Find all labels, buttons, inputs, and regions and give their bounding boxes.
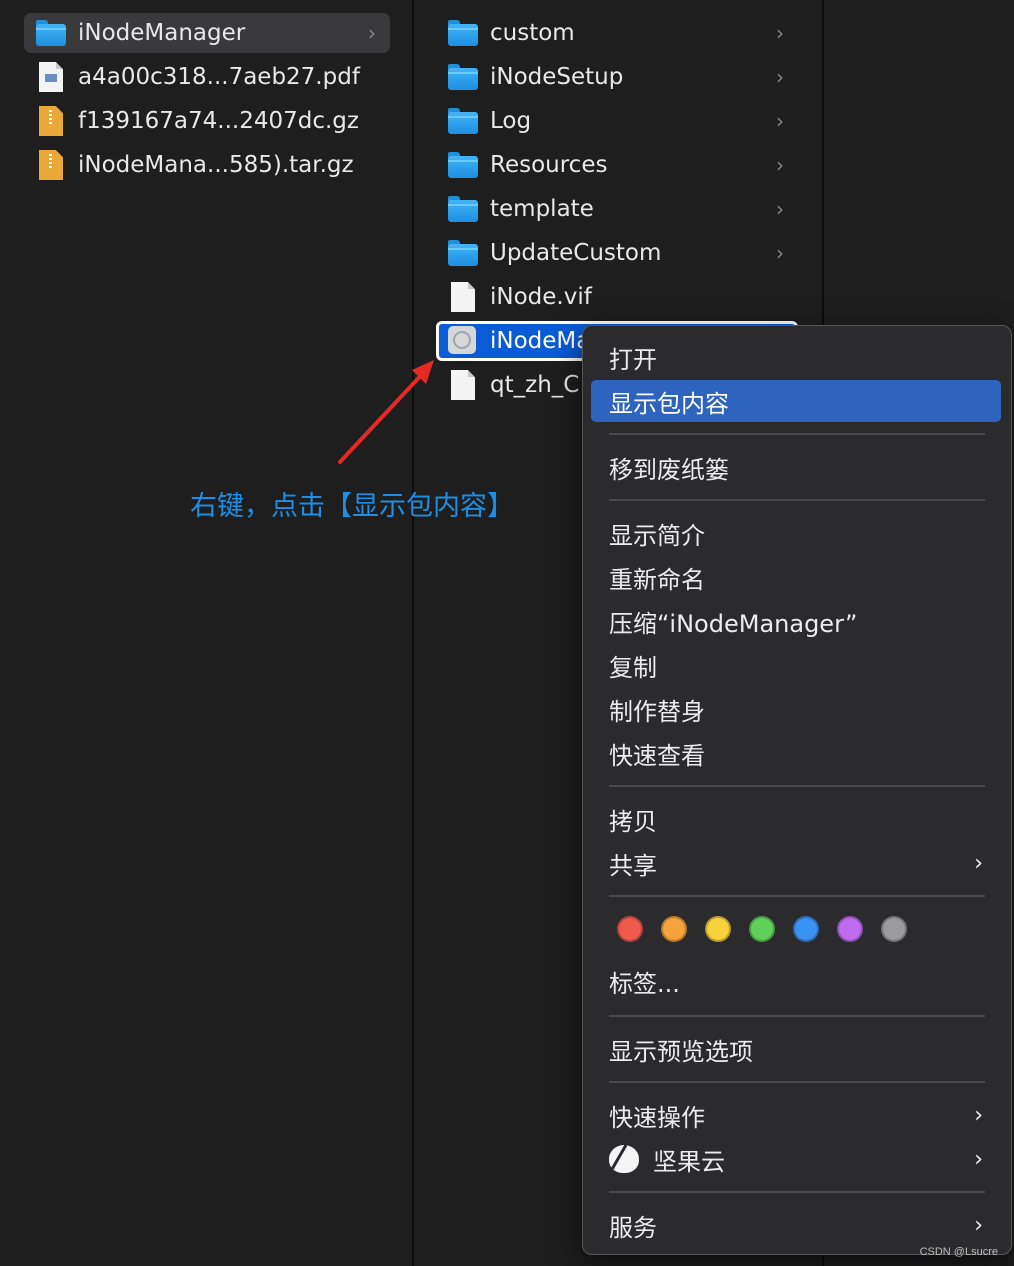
file-row-tar-gz[interactable]: iNodeMana...585).tar.gz xyxy=(24,145,390,185)
file-row-gz[interactable]: f139167a74...2407dc.gz xyxy=(24,101,390,141)
menu-item-jianguoyun[interactable]: 坚果云 › xyxy=(591,1138,1001,1180)
menu-item-quick-look[interactable]: 快速查看 xyxy=(591,732,1001,774)
file-name: iNodeMa xyxy=(490,328,591,354)
menu-separator xyxy=(609,1081,985,1083)
tag-blue-dot[interactable] xyxy=(793,916,819,942)
menu-item-get-info[interactable]: 显示简介 xyxy=(591,512,1001,554)
folder-row-resources[interactable]: Resources › xyxy=(436,145,798,185)
folder-row-inodesetup[interactable]: iNodeSetup › xyxy=(436,57,798,97)
file-name: iNodeManager xyxy=(78,20,246,46)
menu-item-label: 共享 xyxy=(609,851,657,880)
chevron-right-icon: › xyxy=(974,1212,983,1238)
menu-separator xyxy=(609,785,985,787)
file-name: iNodeMana...585).tar.gz xyxy=(78,152,354,178)
file-name: UpdateCustom xyxy=(490,240,662,266)
file-name: f139167a74...2407dc.gz xyxy=(78,108,359,134)
menu-item-label: 服务 xyxy=(609,1213,657,1242)
annotation-arrow-icon xyxy=(338,360,434,464)
file-name: iNode.vif xyxy=(490,284,592,310)
menu-item-tags[interactable]: 标签... xyxy=(591,960,1001,1002)
folder-icon xyxy=(448,18,478,48)
folder-icon xyxy=(448,238,478,268)
tag-gray-dot[interactable] xyxy=(881,916,907,942)
tag-purple-dot[interactable] xyxy=(837,916,863,942)
folder-row-template[interactable]: template › xyxy=(436,189,798,229)
chevron-right-icon: › xyxy=(974,1102,983,1128)
chevron-right-icon: › xyxy=(776,65,784,89)
document-icon xyxy=(448,282,478,312)
menu-item-share[interactable]: 共享 › xyxy=(591,842,1001,884)
chevron-right-icon: › xyxy=(776,21,784,45)
chevron-right-icon: › xyxy=(974,1146,983,1172)
menu-item-compress[interactable]: 压缩“iNodeManager” xyxy=(591,600,1001,642)
chevron-right-icon: › xyxy=(776,241,784,265)
file-name: Log xyxy=(490,108,532,134)
menu-item-duplicate[interactable]: 复制 xyxy=(591,644,1001,686)
menu-item-open[interactable]: 打开 xyxy=(591,336,1001,378)
tag-red-dot[interactable] xyxy=(617,916,643,942)
menu-item-show-package-contents[interactable]: 显示包内容 xyxy=(591,380,1001,422)
finder-column-1: iNodeManager › a4a00c318...7aeb27.pdf f1… xyxy=(0,0,414,1266)
file-name: custom xyxy=(490,20,575,46)
chevron-right-icon: › xyxy=(776,153,784,177)
document-icon xyxy=(448,370,478,400)
archive-file-icon xyxy=(36,106,66,136)
folder-row-log[interactable]: Log › xyxy=(436,101,798,141)
menu-item-show-view-options[interactable]: 显示预览选项 xyxy=(591,1028,1001,1070)
menu-separator xyxy=(609,433,985,435)
context-menu: 打开 显示包内容 移到废纸篓 显示简介 重新命名 压缩“iNodeManager… xyxy=(582,325,1012,1255)
file-row-pdf[interactable]: a4a00c318...7aeb27.pdf xyxy=(24,57,390,97)
folder-row-custom[interactable]: custom › xyxy=(436,13,798,53)
menu-separator xyxy=(609,1191,985,1193)
file-name: a4a00c318...7aeb27.pdf xyxy=(78,64,360,90)
tag-green-dot[interactable] xyxy=(749,916,775,942)
menu-item-rename[interactable]: 重新命名 xyxy=(591,556,1001,598)
folder-icon xyxy=(448,150,478,180)
app-icon xyxy=(448,326,478,356)
menu-item-move-to-trash[interactable]: 移到废纸篓 xyxy=(591,446,1001,488)
menu-separator xyxy=(609,499,985,501)
pdf-file-icon xyxy=(36,62,66,92)
folder-icon xyxy=(448,194,478,224)
file-row-inode-vif[interactable]: iNode.vif xyxy=(436,277,798,317)
archive-file-icon xyxy=(36,150,66,180)
folder-icon xyxy=(448,62,478,92)
tag-orange-dot[interactable] xyxy=(661,916,687,942)
nut-logo-icon xyxy=(609,1145,639,1173)
chevron-right-icon: › xyxy=(974,850,983,876)
folder-icon xyxy=(448,106,478,136)
tag-yellow-dot[interactable] xyxy=(705,916,731,942)
chevron-right-icon: › xyxy=(776,197,784,221)
menu-separator xyxy=(609,1015,985,1017)
menu-separator xyxy=(609,895,985,897)
annotation-text: 右键，点击【显示包内容】 xyxy=(190,491,514,522)
file-name: Resources xyxy=(490,152,608,178)
menu-item-quick-actions[interactable]: 快速操作 › xyxy=(591,1094,1001,1136)
menu-item-make-alias[interactable]: 制作替身 xyxy=(591,688,1001,730)
chevron-right-icon: › xyxy=(368,21,376,45)
menu-item-copy[interactable]: 拷贝 xyxy=(591,798,1001,840)
chevron-right-icon: › xyxy=(776,109,784,133)
tag-color-row xyxy=(617,916,907,942)
watermark: CSDN @Lsucre xyxy=(919,1246,998,1258)
menu-item-label: 快速操作 xyxy=(609,1103,705,1132)
file-row-inodemanager-folder[interactable]: iNodeManager › xyxy=(24,13,390,53)
file-name: iNodeSetup xyxy=(490,64,624,90)
file-name: template xyxy=(490,196,594,222)
folder-row-updatecustom[interactable]: UpdateCustom › xyxy=(436,233,798,273)
menu-item-label: 坚果云 xyxy=(653,1147,725,1176)
menu-item-services[interactable]: 服务 › xyxy=(591,1204,1001,1246)
folder-icon xyxy=(36,18,66,48)
file-name: qt_zh_C xyxy=(490,372,580,398)
